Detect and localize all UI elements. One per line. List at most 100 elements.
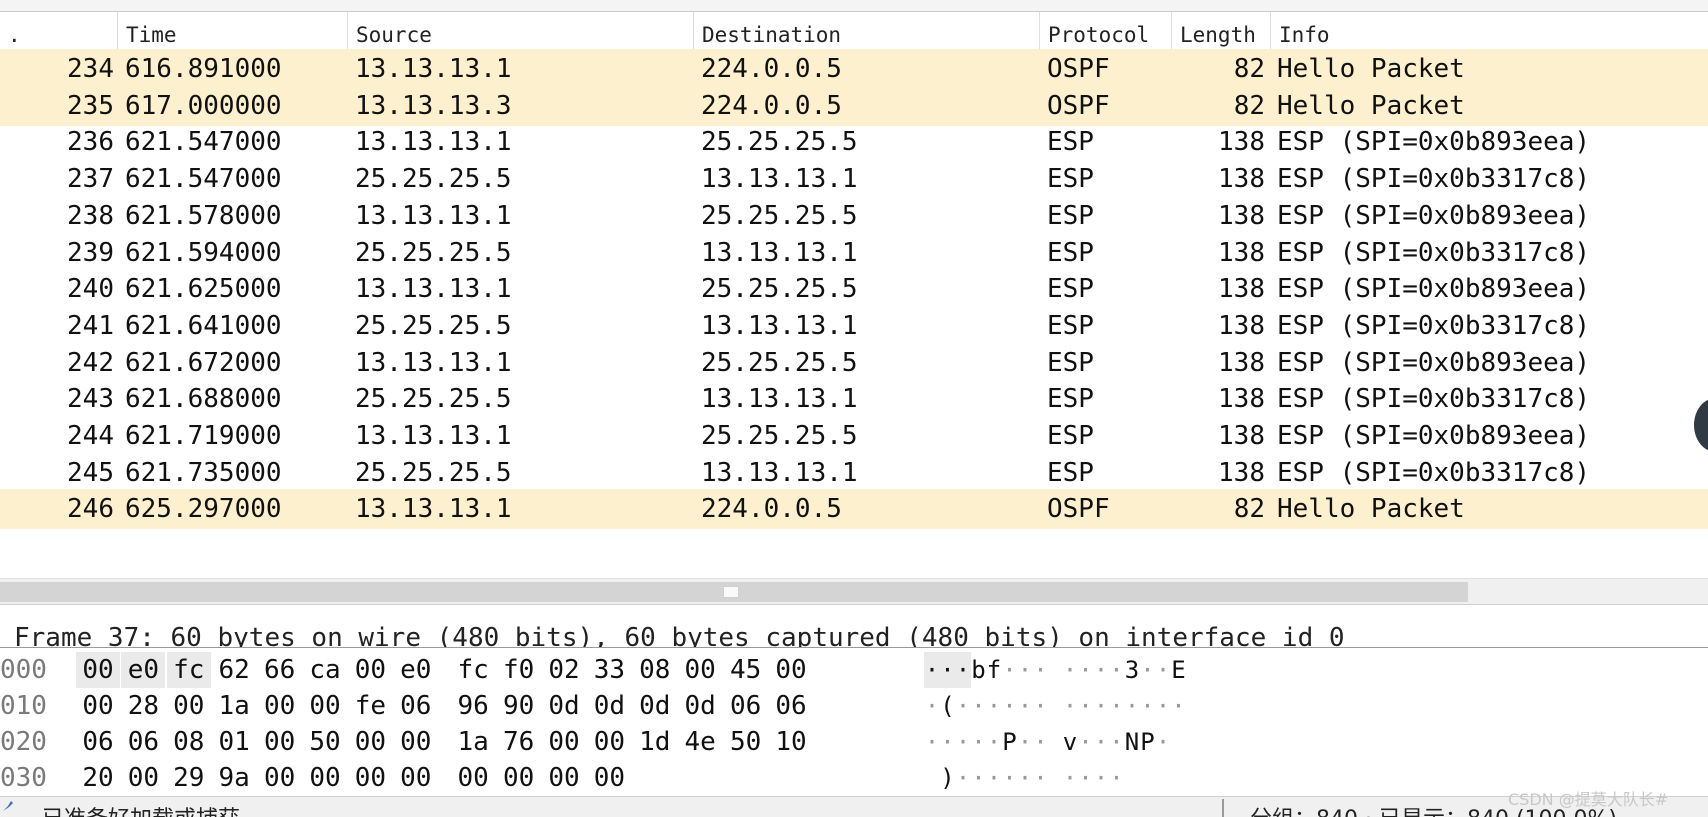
ascii-char[interactable]: P (1140, 724, 1156, 760)
hex-byte[interactable]: 06 (769, 688, 813, 724)
ascii-char[interactable]: · (1140, 688, 1156, 724)
hex-byte[interactable]: 00 (394, 724, 438, 760)
hex-byte[interactable]: 00 (258, 688, 302, 724)
hex-byte[interactable]: 00 (542, 724, 586, 760)
ascii-char[interactable]: f (986, 652, 1002, 688)
hex-byte[interactable]: 00 (348, 760, 392, 796)
ascii-char[interactable]: · (1078, 760, 1094, 796)
ascii-char[interactable]: · (1155, 688, 1171, 724)
ascii-char[interactable]: · (1093, 652, 1109, 688)
table-row[interactable]: 241 621.641000 25.25.25.5 13.13.13.1 ESP 138 E… (0, 306, 1708, 346)
hex-byte[interactable]: fc (451, 652, 495, 688)
hex-byte[interactable]: 20 (76, 760, 120, 796)
hex-byte[interactable]: 06 (724, 688, 768, 724)
hex-byte[interactable]: 9a (212, 760, 256, 796)
column-header-protocol[interactable]: Protocol (1040, 12, 1172, 54)
ascii-char[interactable]: · (1033, 688, 1049, 724)
ascii-char[interactable]: · (1017, 724, 1033, 760)
hex-byte[interactable]: 0d (633, 688, 677, 724)
hex-byte[interactable]: 06 (121, 724, 165, 760)
hex-byte[interactable]: e0 (394, 652, 438, 688)
packet-bytes-pane[interactable]: 000 00 e0 fc 62 66 ca 00 e0 fc f0 02 33 08 00 45 00 · · · b f… (0, 648, 1708, 796)
ascii-char[interactable]: · (924, 652, 940, 688)
ascii-char[interactable]: · (939, 652, 956, 688)
ascii-char[interactable]: · (1017, 760, 1033, 796)
status-ready-icon[interactable] (2, 800, 14, 812)
ascii-char[interactable]: · (1078, 724, 1094, 760)
hex-byte[interactable]: 01 (212, 724, 256, 760)
table-row[interactable]: 239 621.594000 25.25.25.5 13.13.13.1 ESP 138 E… (0, 233, 1708, 273)
ascii-char[interactable]: · (955, 688, 971, 724)
ascii-char[interactable]: · (924, 688, 940, 724)
table-row[interactable]: 234 616.891000 13.13.13.1 224.0.0.5 OSPF 82 He… (0, 49, 1708, 89)
hex-byte[interactable]: 00 (258, 724, 302, 760)
column-header-info[interactable]: Info (1271, 12, 1708, 54)
hex-byte[interactable]: 06 (76, 724, 120, 760)
hex-byte[interactable]: 50 (724, 724, 768, 760)
table-row[interactable]: 244 621.719000 13.13.13.1 25.25.25.5 ESP 138 E… (0, 416, 1708, 456)
ascii-char[interactable]: N (1124, 724, 1140, 760)
ascii-char[interactable]: · (1140, 652, 1156, 688)
hex-byte[interactable]: 00 (258, 760, 302, 796)
hex-byte[interactable]: 00 (303, 688, 347, 724)
hex-byte[interactable]: 96 (451, 688, 495, 724)
packet-list-horizontal-scrollbar[interactable] (0, 578, 1708, 604)
ascii-char[interactable]: · (1109, 688, 1125, 724)
hex-byte[interactable]: 00 (121, 760, 165, 796)
hex-byte[interactable]: 90 (497, 688, 541, 724)
ascii-char[interactable]: · (1109, 724, 1125, 760)
ascii-char[interactable]: · (1033, 724, 1049, 760)
ascii-char[interactable]: · (1093, 688, 1109, 724)
ascii-char[interactable]: · (1002, 688, 1018, 724)
table-row[interactable]: 236 621.547000 13.13.13.1 25.25.25.5 ESP 138 E… (0, 122, 1708, 162)
hex-byte[interactable]: 06 (394, 688, 438, 724)
hex-byte[interactable]: fe (348, 688, 392, 724)
table-row[interactable]: 243 621.688000 25.25.25.5 13.13.13.1 ESP 138 E… (0, 379, 1708, 419)
ascii-char[interactable]: · (1078, 652, 1094, 688)
packet-details-pane[interactable]: Frame 37: 60 bytes on wire (480 bits), 6… (0, 604, 1708, 648)
hex-byte[interactable]: 76 (497, 724, 541, 760)
hex-byte[interactable]: 33 (587, 652, 631, 688)
hex-byte[interactable]: 00 (348, 652, 392, 688)
hex-byte[interactable]: e0 (121, 652, 166, 688)
hex-byte[interactable]: 1d (633, 724, 677, 760)
hex-byte[interactable]: fc (166, 652, 211, 688)
ascii-char[interactable]: · (1171, 688, 1187, 724)
hex-byte[interactable]: 0d (678, 688, 722, 724)
ascii-char[interactable]: ) (940, 760, 956, 796)
hex-byte[interactable]: 00 (303, 760, 347, 796)
status-separator[interactable] (1222, 799, 1224, 817)
ascii-char[interactable]: · (955, 652, 971, 688)
table-row[interactable]: 245 621.735000 25.25.25.5 13.13.13.1 ESP 138 E… (0, 453, 1708, 493)
ascii-char[interactable]: E (1171, 652, 1187, 688)
table-row[interactable]: 240 621.625000 13.13.13.1 25.25.25.5 ESP 138 E… (0, 269, 1708, 309)
hex-byte[interactable]: 00 (587, 724, 631, 760)
ascii-char[interactable]: · (1109, 760, 1125, 796)
ascii-char[interactable]: ( (940, 688, 956, 724)
packet-list[interactable]: . Time Source Destination Protocol Lengt… (0, 12, 1708, 578)
hex-byte[interactable]: 62 (212, 652, 256, 688)
ascii-char[interactable]: 3 (1124, 652, 1140, 688)
ascii-char[interactable]: · (986, 688, 1002, 724)
hex-byte[interactable]: 00 (769, 652, 813, 688)
column-header-time[interactable]: Time (118, 12, 348, 54)
ascii-char[interactable]: · (971, 760, 987, 796)
hex-byte[interactable]: 1a (451, 724, 495, 760)
hex-byte[interactable]: 08 (167, 724, 211, 760)
hex-byte[interactable]: 00 (451, 760, 495, 796)
ascii-char[interactable]: · (1124, 688, 1140, 724)
hex-byte[interactable]: 08 (633, 652, 677, 688)
hex-byte[interactable]: 00 (76, 652, 120, 688)
hex-byte[interactable]: 66 (258, 652, 302, 688)
table-row[interactable]: 235 617.000000 13.13.13.3 224.0.0.5 OSPF 82 He… (0, 85, 1708, 126)
table-row[interactable]: 237 621.547000 25.25.25.5 13.13.13.1 ESP 138 E… (0, 159, 1708, 199)
column-header-source[interactable]: Source (348, 12, 694, 54)
ascii-char[interactable]: · (1093, 724, 1109, 760)
ascii-char[interactable]: · (1033, 652, 1049, 688)
ascii-char[interactable]: · (986, 724, 1002, 760)
ascii-char[interactable]: · (1093, 760, 1109, 796)
ascii-char[interactable]: · (1109, 652, 1125, 688)
ascii-char[interactable]: · (955, 724, 971, 760)
ascii-char[interactable]: · (986, 760, 1002, 796)
table-row[interactable]: 238 621.578000 13.13.13.1 25.25.25.5 ESP 138 E… (0, 196, 1708, 236)
